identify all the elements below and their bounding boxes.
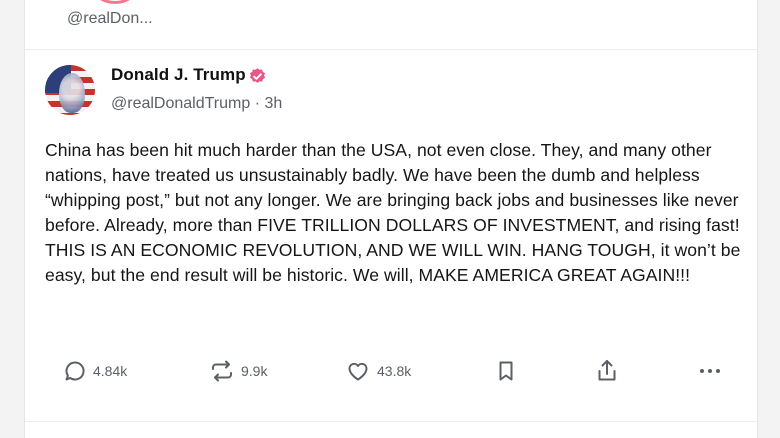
post-actions: 4.84k 9.9k 43.8k [25, 356, 757, 386]
like-count: 43.8k [377, 363, 412, 379]
repost-count: 9.9k [241, 363, 268, 379]
bookmark-icon [499, 361, 513, 381]
author-name[interactable]: Donald J. Trump [111, 65, 246, 85]
verified-badge-icon [249, 68, 266, 83]
bookmark-button[interactable] [495, 356, 517, 386]
repost-button[interactable]: 9.9k [209, 356, 267, 386]
reply-icon [65, 361, 85, 381]
more-icon [700, 369, 720, 373]
share-icon [598, 360, 616, 381]
reply-button[interactable]: 4.84k [63, 356, 127, 386]
next-post[interactable] [25, 422, 757, 438]
like-button[interactable]: 43.8k [345, 356, 411, 386]
reply-count: 4.84k [93, 363, 128, 379]
share-button[interactable] [595, 356, 619, 386]
post[interactable]: Donald J. Trump @realDonaldTrump · 3h Ch… [25, 50, 757, 422]
avatar[interactable] [45, 65, 95, 115]
like-icon [348, 362, 368, 381]
previous-post[interactable]: @realDon... [25, 0, 757, 50]
avatar-portrait [59, 73, 85, 113]
previous-post-avatar[interactable] [89, 0, 141, 4]
repost-icon [212, 360, 232, 382]
author-handle-time[interactable]: @realDonaldTrump · 3h [111, 95, 282, 113]
feed: @realDon... Donald J. Trump @realDonaldT… [24, 0, 758, 438]
more-options-button[interactable] [697, 356, 723, 386]
post-text: China has been hit much harder than the … [45, 140, 741, 285]
previous-post-handle[interactable]: @realDon... [67, 10, 153, 28]
